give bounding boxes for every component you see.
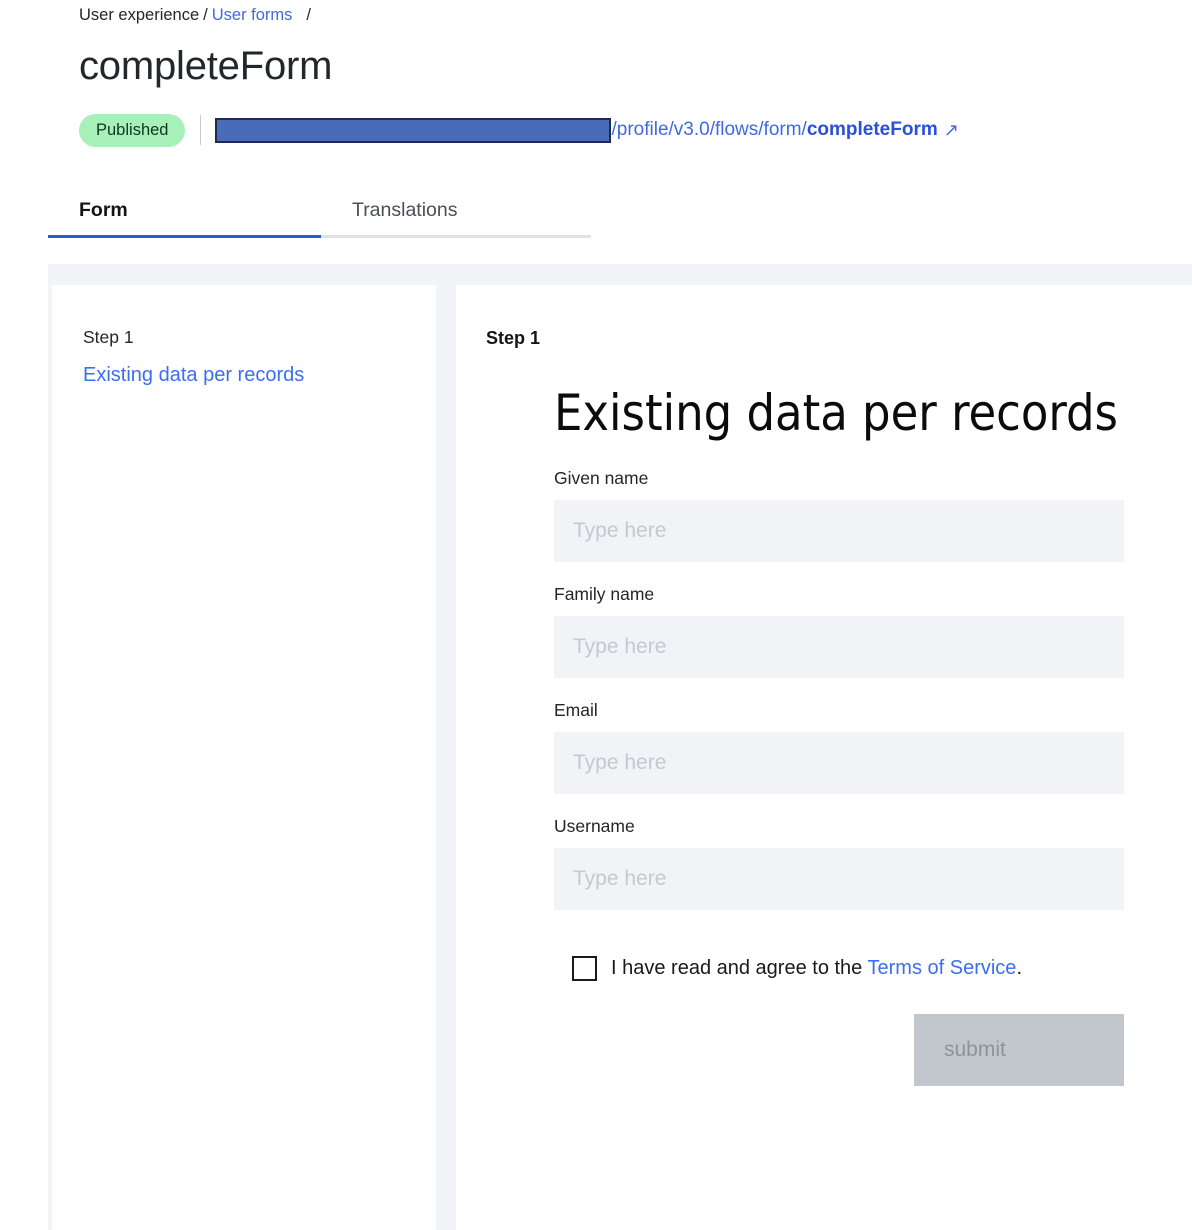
breadcrumb: User experience / User forms / [79,0,1192,25]
field-username-label: Username [554,816,635,836]
page-title: completeForm [79,44,333,88]
form-body: Existing data per records Given name Fam… [554,385,1124,1086]
external-link-icon: ↗ [943,119,959,140]
field-given-name: Given name [554,467,1124,562]
terms-consent-row: I have read and agree to the Terms of Se… [572,955,1124,981]
field-given-name-label: Given name [554,468,649,488]
field-email-label: Email [554,700,598,720]
terms-consent-text-after: . [1016,957,1022,979]
family-name-input[interactable] [554,616,1124,678]
tab-bar: Form Translations [48,185,1192,241]
page-header: User experience / User forms / completeForm… [0,0,1192,147]
form-preview-panel: Step 1 Existing data per records Given n… [456,285,1192,1230]
content-area: Step 1 Existing data per records Step 1 … [48,264,1192,1230]
form-url-path: /profile/v3.0/flows/form/ [611,119,807,140]
breadcrumb-separator-1: / [203,6,208,24]
meta-divider [200,115,202,145]
given-name-input[interactable] [554,500,1124,562]
username-input[interactable] [554,848,1124,910]
field-family-name-label: Family name [554,584,655,604]
field-username: Username [554,815,1124,910]
page-meta-row: Published /profile/v3.0/flows/form/compl… [79,113,1192,147]
step-list-label: Step 1 [83,327,134,347]
breadcrumb-separator-2: / [306,6,311,24]
field-family-name: Family name [554,583,1124,678]
steps-panel: Step 1 Existing data per records [52,285,436,1230]
form-heading: Existing data per records [554,384,1118,442]
preview-step-label: Step 1 [486,328,541,348]
form-url-name: completeForm [806,119,938,140]
redacted-host-icon [215,117,612,143]
tab-translations-label: Translations [352,198,458,221]
tab-form-label: Form [79,198,128,221]
tab-form[interactable]: Form [48,185,321,238]
terms-of-service-link[interactable]: Terms of Service [868,957,1017,979]
field-email: Email [554,699,1124,794]
breadcrumb-root: User experience [79,6,200,24]
app-page: User experience / User forms / completeForm… [0,0,1192,1230]
tab-translations[interactable]: Translations [321,185,591,238]
breadcrumb-item-user-forms[interactable]: User forms [212,6,293,24]
form-url-link[interactable]: /profile/v3.0/flows/form/completeForm ↗ [215,117,959,143]
terms-consent-checkbox[interactable] [572,955,597,981]
email-input[interactable] [554,732,1124,794]
terms-consent-text-before: I have read and agree to the [611,957,868,979]
step-item-existing-data-per-records[interactable]: Existing data per records [83,361,436,389]
status-badge: Published [79,113,186,147]
terms-consent-label: I have read and agree to the Terms of Se… [611,955,1022,981]
submit-row: submit [554,1014,1124,1086]
submit-button[interactable]: submit [914,1014,1124,1086]
